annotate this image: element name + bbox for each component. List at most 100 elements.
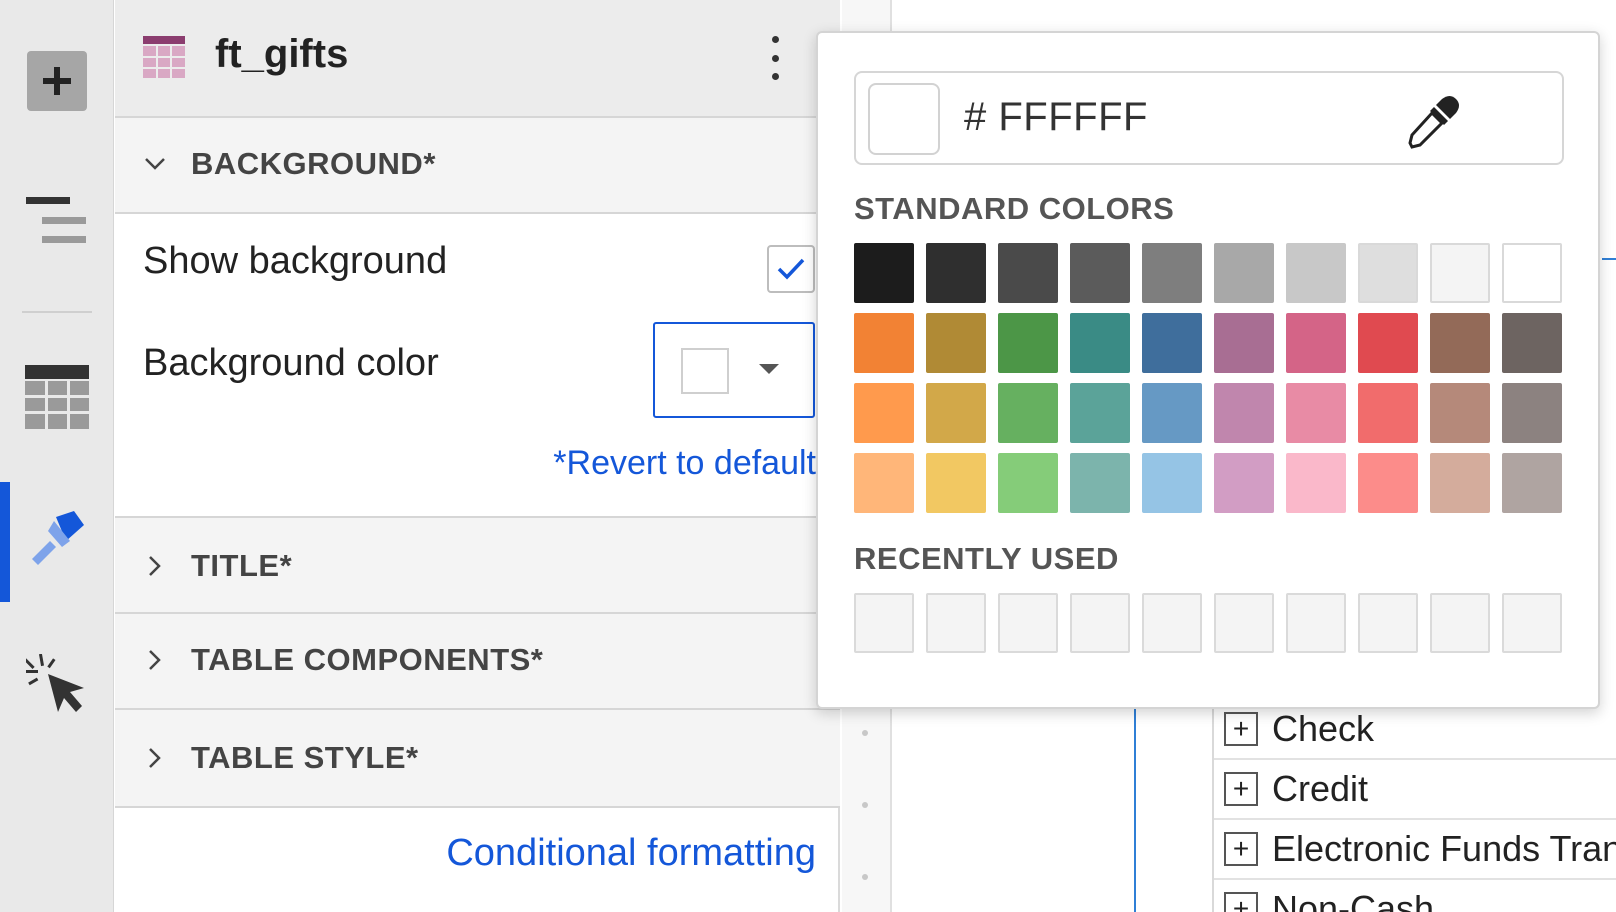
recent-color-slot[interactable]: [998, 593, 1058, 653]
color-swatch[interactable]: [1286, 313, 1346, 373]
actions-button[interactable]: [0, 650, 114, 720]
color-swatch[interactable]: [1502, 243, 1562, 303]
color-swatch[interactable]: [1214, 383, 1274, 443]
color-swatch[interactable]: [1070, 313, 1130, 373]
color-swatch[interactable]: [1070, 453, 1130, 513]
add-icon: [27, 51, 87, 111]
color-swatch[interactable]: [998, 383, 1058, 443]
recent-color-slot[interactable]: [1142, 593, 1202, 653]
pivot-row-list: + Check + Credit + Electronic Funds Tran…: [1212, 700, 1616, 912]
conditional-formatting-link[interactable]: Conditional formatting: [446, 832, 816, 875]
expand-icon[interactable]: +: [1224, 892, 1258, 912]
expand-icon[interactable]: +: [1224, 712, 1258, 746]
color-swatch[interactable]: [854, 313, 914, 373]
section-table-components-header[interactable]: TABLE COMPONENTS*: [115, 614, 840, 710]
color-swatch[interactable]: [926, 313, 986, 373]
recent-color-slot[interactable]: [1358, 593, 1418, 653]
color-swatch[interactable]: [1430, 383, 1490, 443]
section-background-label: BACKGROUND*: [191, 146, 436, 181]
color-swatch[interactable]: [1214, 313, 1274, 373]
more-options-icon[interactable]: [763, 36, 787, 80]
actions-cursor-icon: [26, 654, 84, 712]
color-swatch[interactable]: [926, 383, 986, 443]
add-element-button[interactable]: [0, 50, 114, 112]
background-color-label: Background color: [143, 342, 439, 384]
color-swatch[interactable]: [1502, 453, 1562, 513]
pivot-row: + Credit: [1214, 760, 1616, 820]
revert-to-default-link[interactable]: *Revert to default: [553, 444, 816, 483]
color-swatch[interactable]: [1142, 313, 1202, 373]
current-color-swatch: [868, 83, 940, 155]
data-table-button[interactable]: [0, 362, 114, 432]
color-swatch[interactable]: [854, 453, 914, 513]
recent-color-slot[interactable]: [1214, 593, 1274, 653]
expand-icon[interactable]: +: [1224, 772, 1258, 806]
color-swatch[interactable]: [926, 243, 986, 303]
left-icon-rail: [0, 0, 114, 912]
section-title-label: TITLE*: [191, 548, 293, 583]
table-icon: [25, 365, 89, 429]
background-color-dropdown[interactable]: [653, 322, 815, 418]
color-swatch[interactable]: [1070, 383, 1130, 443]
show-background-checkbox[interactable]: [767, 245, 815, 293]
color-swatch[interactable]: [854, 383, 914, 443]
checkmark-icon: [777, 258, 805, 280]
color-swatch[interactable]: [926, 453, 986, 513]
section-title-header[interactable]: TITLE*: [115, 516, 840, 614]
eyedropper-icon[interactable]: [1406, 93, 1462, 149]
color-swatch[interactable]: [1430, 313, 1490, 373]
show-background-label: Show background: [143, 240, 448, 282]
color-swatch[interactable]: [1286, 383, 1346, 443]
element-title: ft_gifts: [215, 32, 349, 76]
recent-color-slot[interactable]: [1286, 593, 1346, 653]
pivot-row: + Electronic Funds Trans: [1214, 820, 1616, 880]
section-table-style-header[interactable]: TABLE STYLE*: [115, 710, 840, 808]
outline-icon: [26, 197, 86, 243]
color-swatch[interactable]: [1358, 313, 1418, 373]
color-swatch[interactable]: [998, 453, 1058, 513]
selection-edge: [1134, 700, 1136, 912]
color-swatch[interactable]: [1142, 383, 1202, 443]
color-swatch[interactable]: [1358, 453, 1418, 513]
section-background-header[interactable]: BACKGROUND*: [115, 118, 840, 214]
hex-code: FFFFFF: [998, 95, 1148, 139]
format-button[interactable]: [0, 478, 114, 598]
color-swatch[interactable]: [1358, 383, 1418, 443]
pivot-row-label: Non-Cash: [1272, 888, 1435, 912]
outline-button[interactable]: [0, 196, 114, 248]
pivot-row-label: Check: [1272, 708, 1375, 749]
recent-color-slot[interactable]: [926, 593, 986, 653]
grid-dot: [862, 802, 868, 808]
pivot-row-label: Electronic Funds Trans: [1272, 828, 1616, 869]
rail-divider: [22, 311, 92, 313]
color-swatch[interactable]: [1214, 243, 1274, 303]
color-swatch[interactable]: [1502, 313, 1562, 373]
color-swatch[interactable]: [1142, 453, 1202, 513]
color-swatch[interactable]: [998, 313, 1058, 373]
color-swatch[interactable]: [1142, 243, 1202, 303]
color-swatch[interactable]: [1286, 243, 1346, 303]
selection-edge: [1602, 258, 1616, 260]
recent-color-slot[interactable]: [1430, 593, 1490, 653]
color-swatch[interactable]: [1070, 243, 1130, 303]
caret-down-icon: [759, 364, 779, 374]
color-swatch[interactable]: [998, 243, 1058, 303]
section-table-style-label: TABLE STYLE*: [191, 740, 419, 775]
chevron-right-icon: [149, 748, 161, 768]
recent-color-slot[interactable]: [1502, 593, 1562, 653]
format-brush-icon: [32, 511, 84, 565]
recent-color-slot[interactable]: [1070, 593, 1130, 653]
recent-color-slot[interactable]: [854, 593, 914, 653]
color-swatch[interactable]: [854, 243, 914, 303]
color-swatch[interactable]: [1358, 243, 1418, 303]
color-spectrum-icon[interactable]: [1492, 93, 1544, 145]
color-swatch[interactable]: [1502, 383, 1562, 443]
color-swatch[interactable]: [1286, 453, 1346, 513]
hex-value[interactable]: # FFFFFF: [964, 95, 1148, 140]
color-swatch[interactable]: [1430, 453, 1490, 513]
expand-icon[interactable]: +: [1224, 832, 1258, 866]
color-swatch[interactable]: [1430, 243, 1490, 303]
hex-input[interactable]: # FFFFFF: [854, 71, 1564, 165]
table-element-icon: [143, 36, 185, 78]
color-swatch[interactable]: [1214, 453, 1274, 513]
